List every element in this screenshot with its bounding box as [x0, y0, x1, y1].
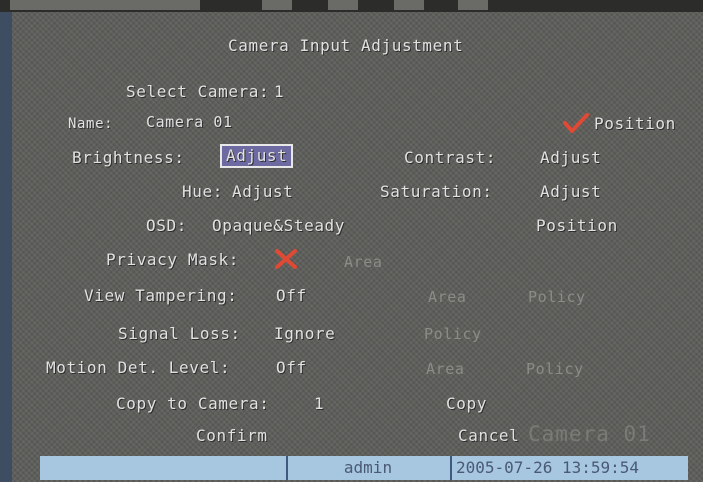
osd-position-button[interactable]: Position: [536, 216, 618, 236]
select-camera-value[interactable]: 1: [274, 82, 284, 102]
checkmark-icon[interactable]: [563, 112, 589, 134]
page-title: Camera Input Adjustment: [228, 36, 464, 55]
view-tampering-area-button[interactable]: Area: [428, 287, 467, 307]
cross-icon[interactable]: [274, 248, 298, 270]
status-user: admin: [286, 456, 448, 480]
motion-det-area-button[interactable]: Area: [426, 359, 465, 379]
signal-loss-value[interactable]: Ignore: [274, 324, 335, 344]
privacy-mask-label: Privacy Mask:: [106, 250, 240, 269]
saturation-label: Saturation:: [380, 182, 493, 201]
motion-det-label: Motion Det. Level:: [46, 358, 231, 377]
view-tampering-value[interactable]: Off: [276, 286, 307, 306]
contrast-adjust-button[interactable]: Adjust: [540, 148, 601, 168]
privacy-mask-area-button[interactable]: Area: [344, 252, 383, 272]
status-datetime: 2005-07-26 13:59:54: [450, 456, 694, 480]
dvr-menu-screen: Camera Input Adjustment Select Camera: 1…: [0, 0, 703, 482]
copy-button[interactable]: Copy: [446, 394, 487, 414]
name-field[interactable]: Camera 01: [146, 112, 233, 132]
select-camera-label: Select Camera:: [126, 82, 270, 101]
brightness-adjust-button[interactable]: Adjust: [220, 144, 294, 168]
status-bar: admin 2005-07-26 13:59:54: [40, 456, 688, 480]
top-border: [0, 0, 703, 12]
motion-det-policy-button[interactable]: Policy: [526, 359, 584, 379]
hue-label: Hue:: [182, 182, 223, 201]
cancel-button[interactable]: Cancel: [458, 426, 519, 446]
copy-to-camera-value[interactable]: 1: [314, 394, 324, 414]
osd-mode-select[interactable]: Opaque&Steady: [212, 216, 345, 236]
osd-label: OSD:: [146, 216, 187, 235]
camera-name-osd-overlay: Camera 01: [528, 422, 651, 446]
signal-loss-policy-button[interactable]: Policy: [424, 324, 482, 344]
view-tampering-label: View Tampering:: [84, 286, 238, 305]
saturation-adjust-button[interactable]: Adjust: [540, 182, 601, 202]
hue-adjust-button[interactable]: Adjust: [232, 182, 293, 202]
confirm-button[interactable]: Confirm: [196, 426, 268, 446]
copy-to-camera-label: Copy to Camera:: [116, 394, 270, 413]
brightness-label: Brightness:: [72, 148, 185, 167]
left-border: [0, 12, 12, 482]
name-label: Name:: [68, 116, 114, 132]
motion-det-value[interactable]: Off: [276, 358, 307, 378]
contrast-label: Contrast:: [404, 148, 497, 167]
view-tampering-policy-button[interactable]: Policy: [528, 287, 586, 307]
signal-loss-label: Signal Loss:: [118, 324, 241, 343]
position-button-top[interactable]: Position: [594, 114, 676, 134]
